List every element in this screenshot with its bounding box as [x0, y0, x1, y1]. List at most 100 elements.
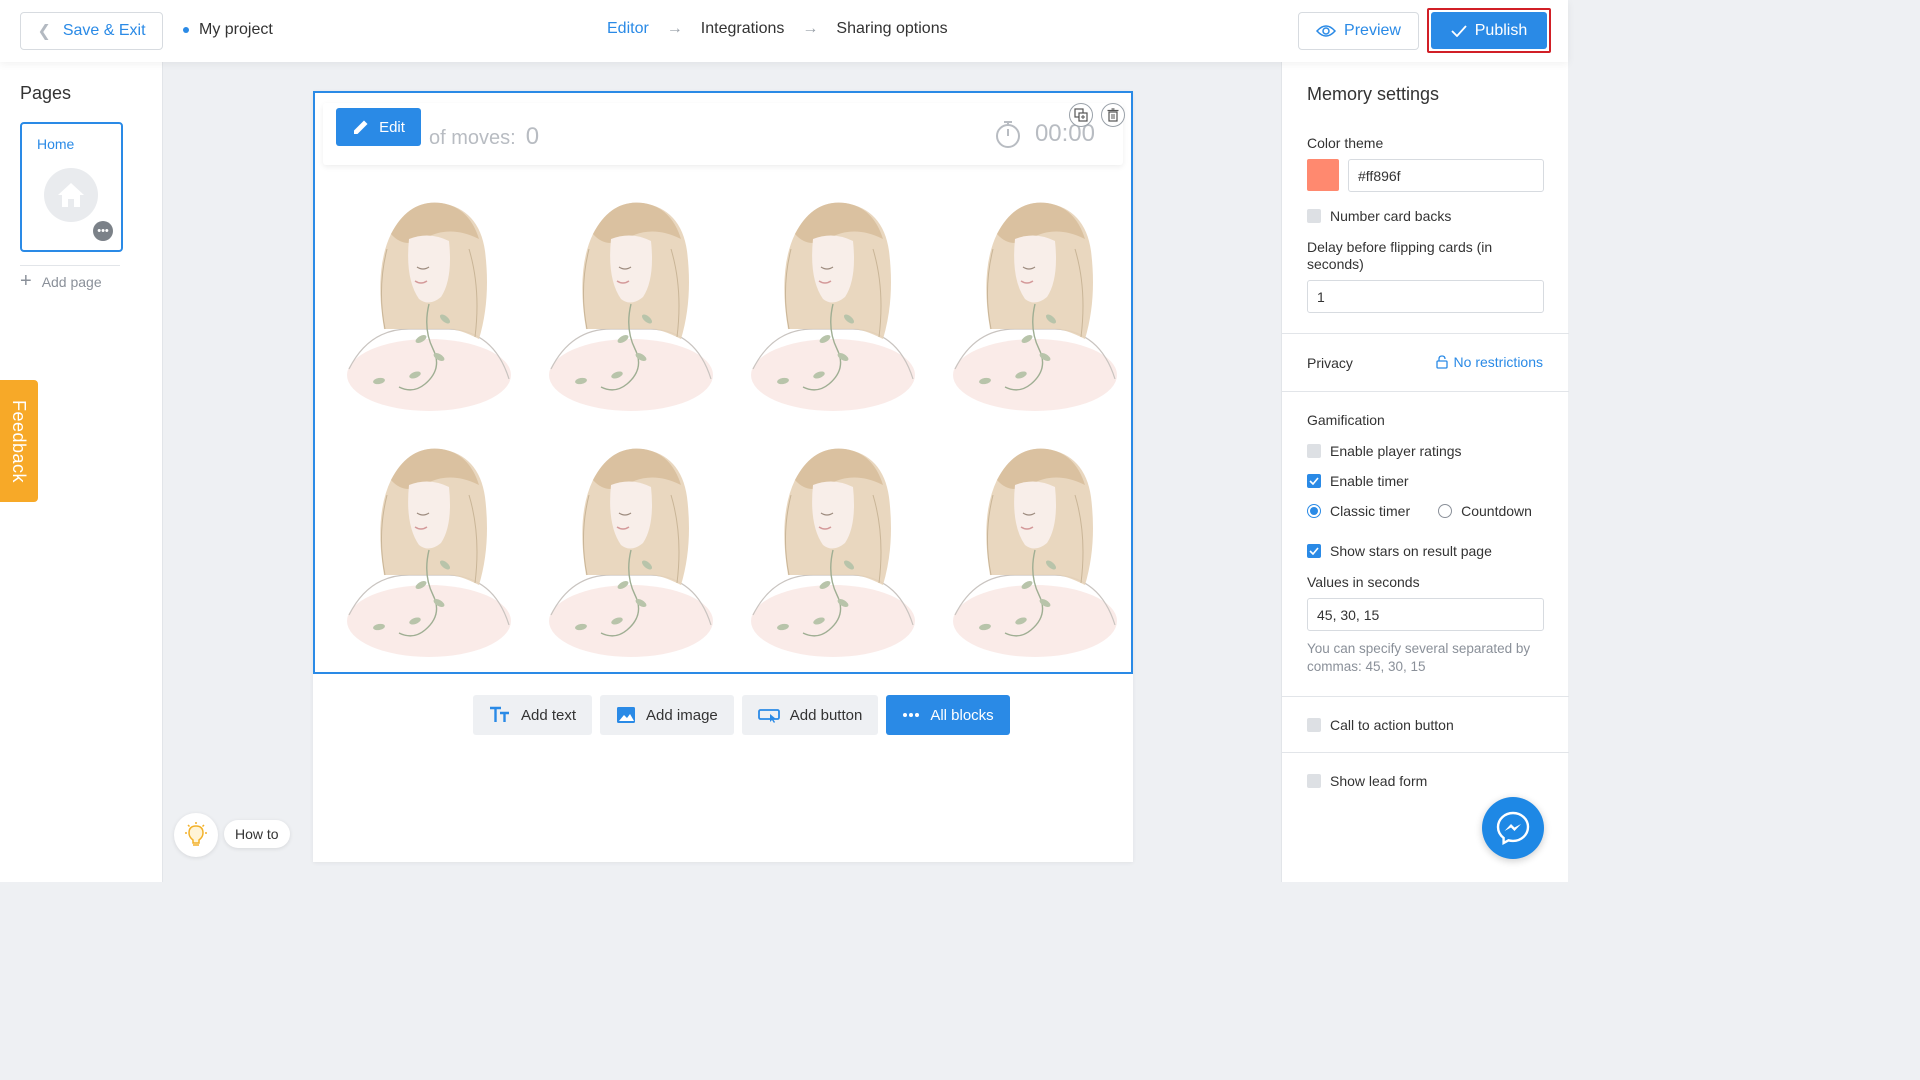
values-hint: You can specify several separated by com…: [1307, 641, 1531, 674]
step-integrations[interactable]: Integrations: [701, 20, 785, 38]
memory-card[interactable]: [935, 179, 1125, 419]
save-exit-label: Save & Exit: [62, 22, 146, 39]
enable-timer-checkbox[interactable]: Enable timer: [1307, 473, 1409, 489]
number-card-backs-checkbox[interactable]: Number card backs: [1307, 208, 1451, 224]
arrow-right-icon: →: [802, 20, 819, 37]
add-page-label: Add page: [41, 273, 102, 290]
duplicate-block-button[interactable]: [1069, 103, 1093, 127]
edit-label: Edit: [379, 118, 405, 136]
values-input[interactable]: 45, 30, 15: [1307, 598, 1544, 631]
page-thumb-home[interactable]: Home •••: [20, 122, 123, 252]
add-button-button[interactable]: Add button: [741, 695, 879, 735]
radio-countdown[interactable]: [1438, 504, 1453, 518]
all-blocks-button[interactable]: All blocks: [886, 695, 1010, 735]
button-icon: [757, 709, 780, 723]
enable-ratings-checkbox[interactable]: Enable player ratings: [1307, 443, 1462, 459]
more-options-icon[interactable]: •••: [93, 221, 113, 241]
pages-title: Pages: [20, 83, 72, 103]
edit-block-button[interactable]: Edit: [336, 108, 421, 146]
publish-highlight: Publish: [1427, 8, 1551, 53]
arrow-right-icon: →: [666, 20, 683, 37]
privacy-label: Privacy: [1307, 355, 1353, 371]
publish-label: Publish: [1474, 21, 1528, 39]
top-header: ❮ Save & Exit My project Editor → Integr…: [0, 0, 1568, 62]
checkbox[interactable]: [1307, 774, 1321, 788]
plus-icon: +: [20, 270, 32, 292]
cta-button-checkbox[interactable]: Call to action button: [1307, 717, 1454, 733]
lightbulb-icon[interactable]: [174, 813, 218, 857]
memory-card[interactable]: [935, 425, 1125, 665]
moves-value: 0: [525, 123, 540, 150]
game-status-bar: of moves: 0 00:00: [323, 103, 1123, 165]
number-card-backs-label: Number card backs: [1330, 208, 1452, 224]
eye-icon: [1316, 25, 1337, 37]
publish-button[interactable]: Publish: [1431, 12, 1547, 49]
how-to-button[interactable]: How to: [224, 820, 290, 848]
add-image-label: Add image: [646, 706, 718, 724]
add-text-label: Add text: [521, 706, 577, 724]
copy-icon: [1074, 108, 1088, 122]
show-stars-checkbox[interactable]: Show stars on result page: [1307, 543, 1492, 559]
check-icon: [1309, 477, 1319, 485]
memory-card[interactable]: [733, 179, 923, 419]
all-blocks-label: All blocks: [930, 706, 994, 724]
home-icon: [44, 168, 98, 222]
divider: [20, 265, 120, 266]
timer-type-radios: Classic timer Countdown: [1307, 503, 1532, 519]
feedback-tab[interactable]: Feedback: [0, 380, 38, 502]
messenger-icon: [1496, 811, 1530, 845]
card-grid: [329, 179, 1119, 667]
stopwatch-icon: [995, 121, 1020, 148]
pencil-icon: [354, 120, 368, 134]
delete-block-button[interactable]: [1101, 103, 1125, 127]
delay-input[interactable]: 1: [1307, 280, 1544, 313]
chevron-left-icon: ❮: [37, 23, 51, 40]
values-label: Values in seconds: [1307, 574, 1420, 590]
memory-card[interactable]: [329, 179, 519, 419]
checkbox-checked[interactable]: [1307, 474, 1321, 488]
countdown-label: Countdown: [1461, 503, 1532, 519]
checkbox[interactable]: [1307, 444, 1321, 458]
privacy-link[interactable]: No restrictions: [1435, 354, 1543, 370]
cta-button-label: Call to action button: [1330, 717, 1454, 733]
add-text-button[interactable]: Add text: [473, 695, 593, 735]
memory-card[interactable]: [329, 425, 519, 665]
trash-icon: [1107, 108, 1119, 122]
step-sharing-options[interactable]: Sharing options: [836, 20, 947, 38]
memory-card[interactable]: [733, 425, 923, 665]
check-icon: [1451, 24, 1467, 37]
enable-timer-label: Enable timer: [1330, 473, 1409, 489]
add-page-button[interactable]: + Add page: [20, 270, 102, 293]
delay-label: Delay before flipping cards (in seconds): [1307, 239, 1493, 272]
divider: [1282, 696, 1569, 697]
classic-timer-label: Classic timer: [1330, 503, 1411, 519]
color-theme-label: Color theme: [1307, 135, 1384, 151]
memory-game-block[interactable]: of moves: 0 00:00 Edit: [313, 91, 1133, 674]
color-hex-input[interactable]: #ff896f: [1348, 159, 1544, 192]
lead-form-checkbox[interactable]: Show lead form: [1307, 773, 1427, 789]
more-dots-icon: [903, 713, 920, 717]
checkbox[interactable]: [1307, 718, 1321, 732]
editor-canvas: of moves: 0 00:00 Edit Add text Add imag…: [313, 91, 1133, 862]
divider: [1282, 391, 1569, 392]
divider: [1282, 333, 1569, 334]
project-name-label: My project: [199, 21, 273, 38]
memory-card[interactable]: [531, 425, 721, 665]
step-editor[interactable]: Editor: [607, 20, 649, 38]
moves-label: of moves:: [429, 127, 516, 149]
save-exit-button[interactable]: ❮ Save & Exit: [20, 12, 163, 50]
radio-classic-timer[interactable]: [1307, 504, 1321, 518]
add-button-label: Add button: [789, 706, 863, 724]
enable-ratings-label: Enable player ratings: [1330, 443, 1462, 459]
project-name[interactable]: My project: [183, 21, 273, 39]
color-swatch[interactable]: [1307, 159, 1339, 191]
add-image-button[interactable]: Add image: [600, 695, 734, 735]
memory-card[interactable]: [531, 179, 721, 419]
preview-button[interactable]: Preview: [1298, 12, 1419, 50]
messenger-chat-button[interactable]: [1482, 797, 1544, 859]
image-icon: [617, 707, 636, 723]
checkbox-checked[interactable]: [1307, 544, 1321, 558]
checkbox[interactable]: [1307, 209, 1321, 223]
preview-label: Preview: [1344, 22, 1401, 39]
workflow-steps: Editor → Integrations → Sharing options: [607, 20, 948, 38]
